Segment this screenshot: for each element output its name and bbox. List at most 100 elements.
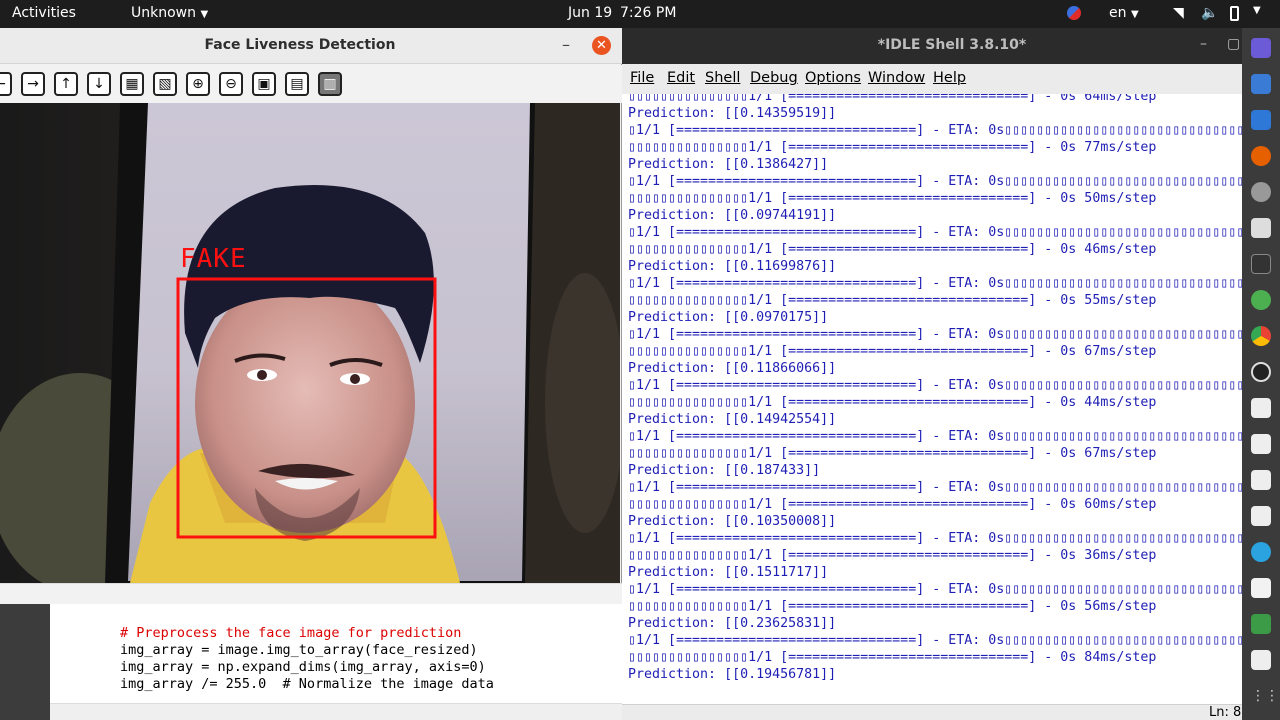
liveness-label: FAKE bbox=[180, 244, 247, 274]
face-window-titlebar[interactable]: Face Liveness Detection – ✕ bbox=[0, 28, 622, 64]
shell-line: ▯▯▯▯▯▯▯▯▯▯▯▯▯▯▯1/1 [====================… bbox=[628, 446, 1157, 461]
idle-window-title: *IDLE Shell 3.8.10* bbox=[877, 37, 1027, 53]
menu-help[interactable]: Help bbox=[933, 70, 966, 86]
shell-line: ▯1/1 [==============================] - … bbox=[628, 633, 1278, 648]
zoom-in-icon[interactable]: ⊕ bbox=[186, 72, 210, 96]
code-line[interactable]: img_array /= 255.0 # Normalize the image… bbox=[120, 676, 494, 692]
script-file-icon[interactable] bbox=[1251, 506, 1271, 526]
document-icon[interactable] bbox=[1251, 578, 1271, 598]
shell-line: ▯▯▯▯▯▯▯▯▯▯▯▯▯▯▯1/1 [====================… bbox=[628, 650, 1157, 665]
shell-line: Prediction: [[0.23625831]] bbox=[628, 616, 837, 631]
show-apps-icon[interactable]: ⋮⋮ bbox=[1251, 688, 1279, 708]
shell-line: Prediction: [[0.1386427]] bbox=[628, 157, 829, 172]
app-menu-label: Unknown bbox=[131, 5, 196, 21]
menu-shell[interactable]: Shell bbox=[705, 70, 740, 86]
dock: ⋮⋮ bbox=[1242, 28, 1280, 720]
shell-line: ▯1/1 [==============================] - … bbox=[628, 123, 1278, 138]
wifi-icon[interactable]: ◥ bbox=[1173, 5, 1184, 21]
minimize-button[interactable]: – bbox=[562, 35, 570, 54]
script-file-icon[interactable] bbox=[1251, 434, 1271, 454]
volume-icon[interactable]: 🔈 bbox=[1201, 5, 1218, 21]
camera-feed: FAKE bbox=[0, 103, 620, 583]
shell-line: Prediction: [[0.187433]] bbox=[628, 463, 821, 478]
menu-debug[interactable]: Debug bbox=[750, 70, 798, 86]
chevron-down-icon: ▼ bbox=[200, 9, 209, 20]
shell-line: Prediction: [[0.0970175]] bbox=[628, 310, 829, 325]
shell-line: ▯1/1 [==============================] - … bbox=[628, 225, 1278, 240]
up-arrow-icon[interactable]: ↑ bbox=[54, 72, 78, 96]
idle-shell-window: *IDLE Shell 3.8.10* – ▢ File Edit Shell … bbox=[622, 28, 1280, 720]
shell-output[interactable]: ▯▯▯▯▯▯▯▯▯▯▯▯▯▯▯1/1 [====================… bbox=[622, 94, 1278, 708]
shell-line: ▯▯▯▯▯▯▯▯▯▯▯▯▯▯▯1/1 [====================… bbox=[628, 94, 1157, 104]
shell-line: ▯1/1 [==============================] - … bbox=[628, 480, 1278, 495]
text-editor-icon[interactable] bbox=[1251, 110, 1271, 130]
maximize-button[interactable]: ▢ bbox=[1227, 36, 1240, 52]
zoom-out-icon[interactable]: ⊖ bbox=[219, 72, 243, 96]
menu-file[interactable]: File bbox=[630, 70, 654, 86]
app-menu-button[interactable]: Unknown ▼ bbox=[131, 5, 208, 21]
code-line[interactable]: # Preprocess the face image for predicti… bbox=[120, 625, 461, 641]
spreadsheet-icon[interactable] bbox=[1251, 614, 1271, 634]
properties-icon[interactable]: ▥ bbox=[318, 72, 342, 96]
clock-date[interactable]: Jun 19 bbox=[568, 5, 612, 21]
face-liveness-window: Face Liveness Detection – ✕ ← → ↑ ↓ ▦ ▧ … bbox=[0, 28, 622, 604]
app-icon[interactable] bbox=[1251, 38, 1271, 58]
code-editor-window[interactable]: # Preprocess the face image for predicti… bbox=[50, 600, 622, 720]
shell-line: ▯▯▯▯▯▯▯▯▯▯▯▯▯▯▯1/1 [====================… bbox=[628, 140, 1157, 155]
shell-line: ▯▯▯▯▯▯▯▯▯▯▯▯▯▯▯1/1 [====================… bbox=[628, 497, 1157, 512]
minimize-button[interactable]: – bbox=[1200, 36, 1207, 52]
chrome-icon[interactable] bbox=[1251, 326, 1271, 346]
activities-button[interactable]: Activities bbox=[12, 5, 76, 21]
clock-time[interactable]: 7:26 PM bbox=[620, 5, 676, 21]
terminal-icon[interactable] bbox=[1251, 254, 1271, 274]
script-file-icon[interactable] bbox=[1251, 650, 1271, 670]
disc-icon[interactable] bbox=[1251, 182, 1271, 202]
media-icon[interactable] bbox=[1251, 362, 1271, 382]
shell-line: ▯▯▯▯▯▯▯▯▯▯▯▯▯▯▯1/1 [====================… bbox=[628, 599, 1157, 614]
shell-line: Prediction: [[0.09744191]] bbox=[628, 208, 837, 223]
idle-menu-bar: File Edit Shell Debug Options Window Hel… bbox=[622, 64, 1242, 94]
firefox-icon[interactable] bbox=[1251, 146, 1271, 166]
close-icon: ✕ bbox=[596, 38, 607, 53]
close-button[interactable]: ✕ bbox=[592, 36, 611, 55]
language-indicator[interactable]: en ▼ bbox=[1109, 5, 1139, 21]
shell-line: ▯1/1 [==============================] - … bbox=[628, 327, 1278, 342]
menu-options[interactable]: Options bbox=[805, 70, 861, 86]
code-line[interactable]: img_array = np.expand_dims(img_array, ax… bbox=[120, 659, 486, 675]
down-arrow-icon[interactable]: ↓ bbox=[87, 72, 111, 96]
telegram-icon[interactable] bbox=[1251, 542, 1271, 562]
clipboard-icon[interactable]: ▤ bbox=[285, 72, 309, 96]
notification-app-icon[interactable] bbox=[1067, 6, 1081, 20]
shell-line: ▯▯▯▯▯▯▯▯▯▯▯▯▯▯▯1/1 [====================… bbox=[628, 191, 1157, 206]
battery-icon[interactable] bbox=[1230, 6, 1239, 21]
save-icon[interactable]: ▣ bbox=[252, 72, 276, 96]
code-line[interactable]: img_array = image.img_to_array(face_resi… bbox=[120, 642, 478, 658]
language-label: en bbox=[1109, 5, 1127, 21]
shell-line: Prediction: [[0.11699876]] bbox=[628, 259, 837, 274]
menu-window[interactable]: Window bbox=[868, 70, 925, 86]
shell-line: ▯1/1 [==============================] - … bbox=[628, 174, 1278, 189]
idle-titlebar[interactable]: *IDLE Shell 3.8.10* – ▢ bbox=[622, 28, 1242, 64]
image-toolbar: ← → ↑ ↓ ▦ ▧ ⊕ ⊖ ▣ ▤ ▥ bbox=[0, 65, 622, 103]
face-window-status-bar bbox=[0, 583, 622, 604]
green-app-icon[interactable] bbox=[1251, 290, 1271, 310]
shell-line: ▯1/1 [==============================] - … bbox=[628, 429, 1278, 444]
shell-line: Prediction: [[0.11866066]] bbox=[628, 361, 837, 376]
shell-line: Prediction: [[0.14359519]] bbox=[628, 106, 837, 121]
document-icon[interactable] bbox=[1251, 74, 1271, 94]
face-window-title: Face Liveness Detection bbox=[204, 37, 396, 53]
back-arrow-icon[interactable]: ← bbox=[0, 72, 12, 96]
shell-line: ▯1/1 [==============================] - … bbox=[628, 378, 1278, 393]
script-file-icon[interactable] bbox=[1251, 398, 1271, 418]
idle-status-bar: Ln: 8 Col: 0 bbox=[622, 704, 1280, 720]
shell-line: ▯1/1 [==============================] - … bbox=[628, 582, 1278, 597]
system-menu-chevron-icon[interactable]: ▼ bbox=[1253, 5, 1261, 16]
forward-arrow-icon[interactable]: → bbox=[21, 72, 45, 96]
image-settings-icon[interactable]: ▧ bbox=[153, 72, 177, 96]
menu-edit[interactable]: Edit bbox=[667, 70, 695, 86]
image-icon[interactable]: ▦ bbox=[120, 72, 144, 96]
files-icon[interactable] bbox=[1251, 218, 1271, 238]
shell-line: ▯▯▯▯▯▯▯▯▯▯▯▯▯▯▯1/1 [====================… bbox=[628, 395, 1157, 410]
script-file-icon[interactable] bbox=[1251, 470, 1271, 490]
shell-line: ▯1/1 [==============================] - … bbox=[628, 276, 1278, 291]
